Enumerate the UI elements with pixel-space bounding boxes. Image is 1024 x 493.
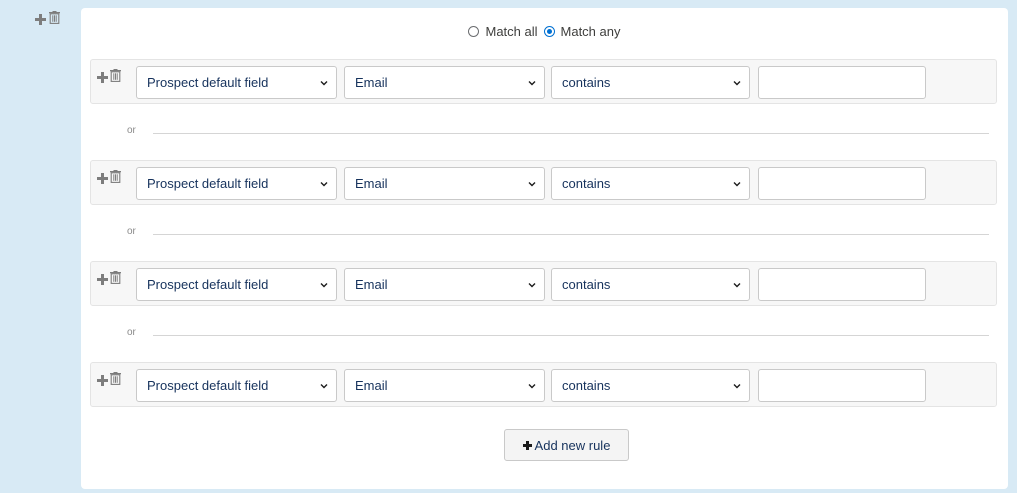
- value-input[interactable]: [758, 369, 926, 402]
- chevron-down-icon: [528, 182, 536, 187]
- field-type-value: Prospect default field: [147, 75, 269, 90]
- plus-icon: [522, 440, 532, 450]
- operator-value: contains: [562, 378, 611, 393]
- plus-icon[interactable]: [97, 374, 108, 386]
- group-tools: [35, 11, 60, 27]
- or-separator: or: [90, 226, 997, 242]
- rule-group-container: Match all Match any Prospect default fie…: [0, 0, 1017, 493]
- field-type-select[interactable]: Prospect default field: [136, 268, 337, 301]
- divider: [153, 133, 989, 134]
- chevron-down-icon: [733, 384, 741, 389]
- field-value: Email: [355, 176, 388, 191]
- field-select[interactable]: Email: [344, 66, 545, 99]
- match-any-radio[interactable]: [543, 26, 555, 37]
- match-any-option[interactable]: Match any: [543, 24, 621, 39]
- plus-icon[interactable]: [97, 71, 108, 83]
- operator-select[interactable]: contains: [551, 268, 750, 301]
- field-select[interactable]: Email: [344, 268, 545, 301]
- value-input[interactable]: [758, 167, 926, 200]
- plus-icon[interactable]: [35, 13, 46, 25]
- operator-value: contains: [562, 176, 611, 191]
- or-label: or: [127, 125, 136, 136]
- rule-row: Prospect default field Email contains: [90, 261, 997, 306]
- or-separator: or: [90, 125, 997, 141]
- add-new-rule-label: Add new rule: [534, 437, 611, 453]
- or-separator: or: [90, 327, 997, 343]
- field-type-select[interactable]: Prospect default field: [136, 66, 337, 99]
- chevron-down-icon: [733, 182, 741, 187]
- or-label: or: [127, 327, 136, 338]
- match-any-label: Match any: [560, 24, 621, 39]
- chevron-down-icon: [733, 81, 741, 86]
- field-type-value: Prospect default field: [147, 277, 269, 292]
- trash-icon[interactable]: [110, 372, 121, 388]
- field-type-select[interactable]: Prospect default field: [136, 369, 337, 402]
- rule-tools: [97, 372, 121, 388]
- field-type-select[interactable]: Prospect default field: [136, 167, 337, 200]
- field-value: Email: [355, 277, 388, 292]
- trash-icon[interactable]: [110, 271, 121, 287]
- match-mode: Match all Match any: [81, 24, 1008, 39]
- rule-tools: [97, 69, 121, 85]
- rules-panel: Match all Match any Prospect default fie…: [81, 8, 1008, 489]
- operator-value: contains: [562, 75, 611, 90]
- chevron-down-icon: [320, 182, 328, 187]
- rule-row: Prospect default field Email contains: [90, 59, 997, 104]
- match-all-label: Match all: [485, 24, 538, 39]
- chevron-down-icon: [320, 81, 328, 86]
- field-type-value: Prospect default field: [147, 176, 269, 191]
- value-input[interactable]: [758, 66, 926, 99]
- chevron-down-icon: [320, 283, 328, 288]
- page-edge: [1017, 0, 1024, 493]
- or-label: or: [127, 226, 136, 237]
- rule-row: Prospect default field Email contains: [90, 362, 997, 407]
- trash-icon[interactable]: [49, 11, 60, 27]
- rule-tools: [97, 271, 121, 287]
- trash-icon[interactable]: [110, 69, 121, 85]
- plus-icon[interactable]: [97, 172, 108, 184]
- rule-row: Prospect default field Email contains: [90, 160, 997, 205]
- chevron-down-icon: [528, 283, 536, 288]
- divider: [153, 335, 989, 336]
- operator-select[interactable]: contains: [551, 66, 750, 99]
- operator-value: contains: [562, 277, 611, 292]
- match-all-radio[interactable]: [468, 26, 480, 37]
- trash-icon[interactable]: [110, 170, 121, 186]
- chevron-down-icon: [528, 384, 536, 389]
- rule-tools: [97, 170, 121, 186]
- field-value: Email: [355, 378, 388, 393]
- field-select[interactable]: Email: [344, 369, 545, 402]
- field-select[interactable]: Email: [344, 167, 545, 200]
- operator-select[interactable]: contains: [551, 369, 750, 402]
- field-type-value: Prospect default field: [147, 378, 269, 393]
- chevron-down-icon: [733, 283, 741, 288]
- chevron-down-icon: [320, 384, 328, 389]
- add-new-rule-button[interactable]: Add new rule: [504, 429, 629, 461]
- divider: [153, 234, 989, 235]
- value-input[interactable]: [758, 268, 926, 301]
- operator-select[interactable]: contains: [551, 167, 750, 200]
- chevron-down-icon: [528, 81, 536, 86]
- field-value: Email: [355, 75, 388, 90]
- match-all-option[interactable]: Match all: [468, 24, 538, 39]
- plus-icon[interactable]: [97, 273, 108, 285]
